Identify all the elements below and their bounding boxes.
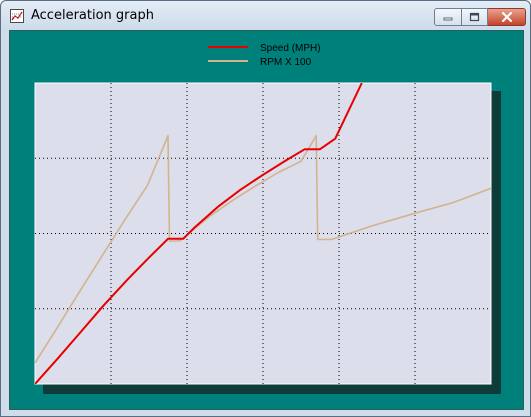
minimize-button[interactable] (434, 8, 462, 26)
legend-label-speed: Speed (MPH) (260, 43, 321, 54)
legend-label-rpm: RPM X 100 (260, 57, 312, 68)
close-icon (501, 12, 512, 22)
graph-area: Speed (MPH) RPM X 100 (9, 30, 524, 410)
graph-icon (10, 9, 24, 23)
minimize-icon (443, 17, 453, 21)
chart-legend: Speed (MPH) RPM X 100 (208, 43, 321, 68)
close-button[interactable] (488, 8, 526, 26)
acceleration-chart: Speed (MPH) RPM X 100 (34, 43, 501, 394)
app-window: Acceleration graph Speed (MPH) RPM X 100 (0, 0, 531, 417)
title-bar[interactable]: Acceleration graph (1, 1, 530, 30)
maximize-icon (469, 12, 480, 22)
maximize-button[interactable] (462, 8, 488, 26)
window-title: Acceleration graph (31, 8, 154, 23)
